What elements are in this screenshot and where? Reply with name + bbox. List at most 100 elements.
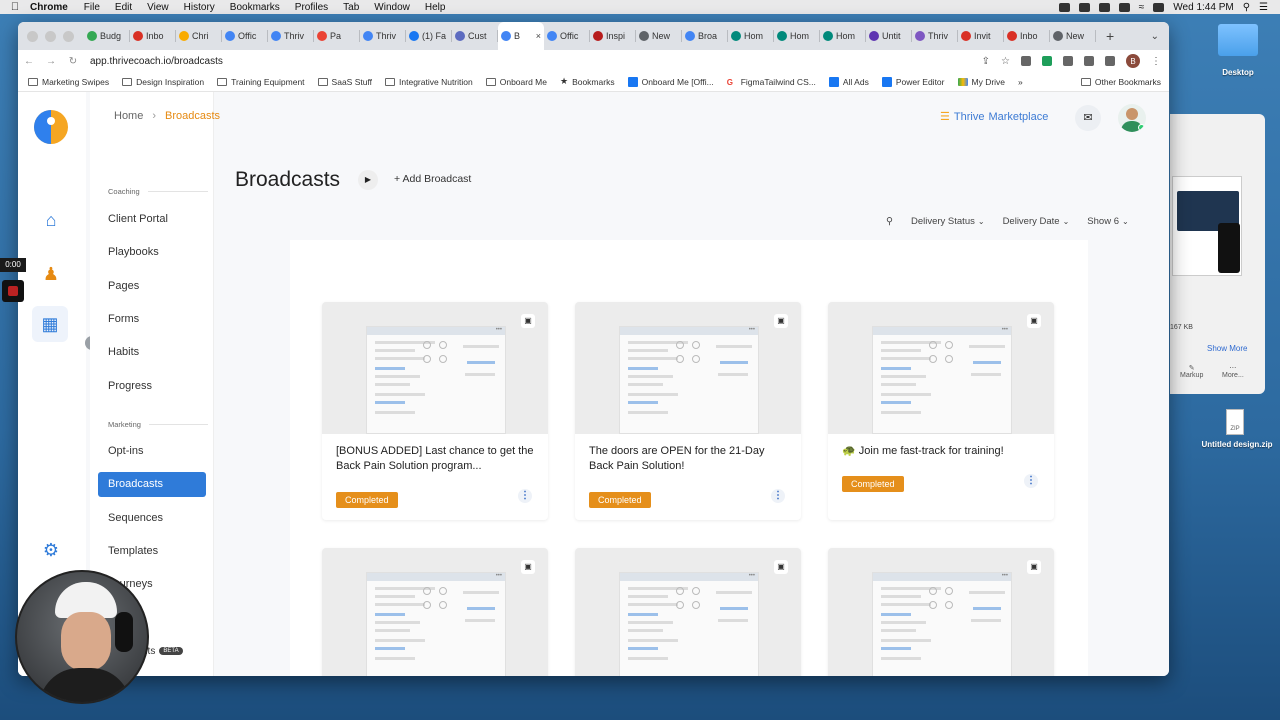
show-more-link[interactable]: Show More	[1207, 344, 1247, 353]
nav-client-portal[interactable]: Client Portal	[108, 213, 168, 225]
image-icon[interactable]: ▣	[521, 560, 535, 574]
browser-tab[interactable]: Hom	[728, 22, 774, 50]
bookmark-star-icon[interactable]: ☆	[1001, 56, 1010, 67]
browser-tab[interactable]: Cust	[452, 22, 498, 50]
nav-habits[interactable]: Habits	[108, 346, 139, 358]
menu-kebab-icon[interactable]: ⋮	[1151, 56, 1161, 67]
delivery-status-filter[interactable]: Delivery Status ⌄	[911, 216, 985, 227]
image-icon[interactable]: ▣	[1027, 314, 1041, 328]
clients-icon[interactable]: ♟	[40, 264, 62, 284]
stop-recording-button[interactable]	[2, 280, 24, 302]
delivery-date-filter[interactable]: Delivery Date ⌄	[1003, 216, 1070, 227]
bookmark-item[interactable]: Integrative Nutrition	[385, 76, 473, 87]
bookmark-item[interactable]: Marketing Swipes	[28, 76, 109, 87]
bookmark-item[interactable]: All Ads	[828, 76, 869, 87]
new-tab-button[interactable]: +	[1096, 28, 1124, 44]
browser-tab[interactable]: Untit	[866, 22, 912, 50]
add-broadcast-button[interactable]: + Add Broadcast	[394, 173, 471, 185]
extension-t-icon[interactable]	[1042, 56, 1052, 66]
minimize-window-button[interactable]	[45, 30, 56, 42]
browser-tab[interactable]: Offic	[544, 22, 590, 50]
status-icon[interactable]	[1078, 2, 1090, 12]
search-icon[interactable]: ⚲	[886, 216, 893, 227]
home-icon[interactable]: ⌂	[40, 210, 62, 230]
status-icon[interactable]	[1098, 2, 1110, 12]
nav-opt-ins[interactable]: Opt-ins	[108, 445, 143, 457]
broadcast-card[interactable]: •••▣⏰ [STARTING SOON] SPS Workshop...	[828, 548, 1054, 676]
menu-list-icon[interactable]: ☰	[1259, 2, 1268, 13]
broadcast-card[interactable]: ••• ▣ [BONUS ADDED] Last chance to get the…	[322, 302, 548, 520]
browser-tab[interactable]: Broa	[682, 22, 728, 50]
settings-gear-icon[interactable]: ⚙	[40, 540, 62, 560]
other-bookmarks[interactable]: Other Bookmarks	[1080, 77, 1169, 87]
browser-tab[interactable]: Thriv	[268, 22, 314, 50]
nav-templates[interactable]: Templates	[108, 545, 158, 557]
browser-tab[interactable]: Thriv	[360, 22, 406, 50]
forward-icon[interactable]: →	[40, 56, 62, 67]
spotlight-icon[interactable]: ⚲	[1243, 2, 1250, 13]
bookmark-item[interactable]: Onboard Me [Offi...	[627, 76, 714, 87]
wifi-icon[interactable]: ≈	[1139, 2, 1145, 13]
extension-icon[interactable]	[1063, 56, 1073, 66]
close-window-button[interactable]	[27, 30, 38, 42]
menu-profiles[interactable]: Profiles	[295, 2, 328, 13]
image-icon[interactable]: ▣	[521, 314, 535, 328]
app-menu-chrome[interactable]: Chrome	[30, 2, 68, 13]
more-button[interactable]: ⋯ More...	[1222, 364, 1244, 379]
bookmark-item[interactable]: G FigmaTailwind CS...	[727, 76, 816, 87]
clock[interactable]: Wed 1:44 PM	[1173, 2, 1233, 13]
address-bar[interactable]: app.thrivecoach.io/broadcasts	[90, 56, 223, 67]
image-icon[interactable]: ▣	[1027, 560, 1041, 574]
apps-grid-icon[interactable]: ▦	[32, 306, 68, 342]
browser-tab[interactable]: Inspi	[590, 22, 636, 50]
play-video-icon[interactable]: ▶	[358, 170, 378, 190]
control-center-icon[interactable]	[1153, 2, 1165, 12]
browser-tab[interactable]: Inbo	[130, 22, 176, 50]
status-icon[interactable]	[1118, 2, 1130, 12]
apple-icon[interactable]: 	[0, 1, 30, 13]
browser-tab[interactable]: Inbo	[1004, 22, 1050, 50]
markup-button[interactable]: ✎ Markup	[1180, 364, 1203, 379]
bookmark-item[interactable]: Power Editor	[881, 76, 945, 87]
zoom-window-button[interactable]	[63, 30, 74, 42]
browser-tab[interactable]: Invit	[958, 22, 1004, 50]
tab-search-icon[interactable]: ⌄	[1151, 31, 1159, 42]
image-icon[interactable]: ▣	[774, 314, 788, 328]
status-icon[interactable]	[1058, 2, 1070, 12]
browser-tab[interactable]: Thriv	[912, 22, 958, 50]
card-menu-icon[interactable]: ⋮	[771, 489, 785, 503]
menu-edit[interactable]: Edit	[115, 2, 132, 13]
nav-progress[interactable]: Progress	[108, 380, 152, 392]
profile-avatar[interactable]: B	[1126, 54, 1140, 68]
browser-tab[interactable]: Pa	[314, 22, 360, 50]
bookmark-item[interactable]: ★ Bookmarks	[560, 76, 615, 87]
browser-tab[interactable]: (1) Fa	[406, 22, 452, 50]
browser-tab[interactable]: Budg	[84, 22, 130, 50]
menu-file[interactable]: File	[84, 2, 100, 13]
zip-file-icon[interactable]: ZIP	[1226, 409, 1244, 435]
chat-icon[interactable]: ✉	[1075, 105, 1101, 131]
menu-history[interactable]: History	[184, 2, 215, 13]
breadcrumb-home[interactable]: Home	[114, 110, 143, 122]
user-avatar[interactable]	[1118, 104, 1146, 132]
bookmark-item[interactable]: My Drive	[957, 76, 1005, 87]
browser-tab[interactable]: Offic	[222, 22, 268, 50]
reading-list-icon[interactable]	[1084, 56, 1094, 66]
extension-lock-icon[interactable]	[1021, 56, 1031, 66]
menu-view[interactable]: View	[147, 2, 169, 13]
broadcast-card[interactable]: ••• ▣ 🐢 Join me fast-track for training! Co…	[828, 302, 1054, 520]
menu-window[interactable]: Window	[374, 2, 410, 13]
browser-tab[interactable]: Hom	[774, 22, 820, 50]
menu-bookmarks[interactable]: Bookmarks	[230, 2, 280, 13]
nav-broadcasts[interactable]: Broadcasts	[98, 472, 206, 497]
nav-forms[interactable]: Forms	[108, 313, 139, 325]
image-icon[interactable]: ▣	[774, 560, 788, 574]
desktop-folder-icon[interactable]	[1218, 24, 1258, 56]
bookmark-item[interactable]: Onboard Me	[485, 76, 547, 87]
show-count-select[interactable]: Show 6 ⌄	[1087, 216, 1128, 227]
back-icon[interactable]: ←	[18, 56, 40, 67]
bookmark-item[interactable]: Design Inspiration	[122, 76, 204, 87]
browser-tab[interactable]: Hom	[820, 22, 866, 50]
bookmarks-overflow-icon[interactable]: »	[1018, 77, 1023, 87]
marketplace-link[interactable]: ☰ Thrive Marketplace	[940, 110, 1048, 124]
